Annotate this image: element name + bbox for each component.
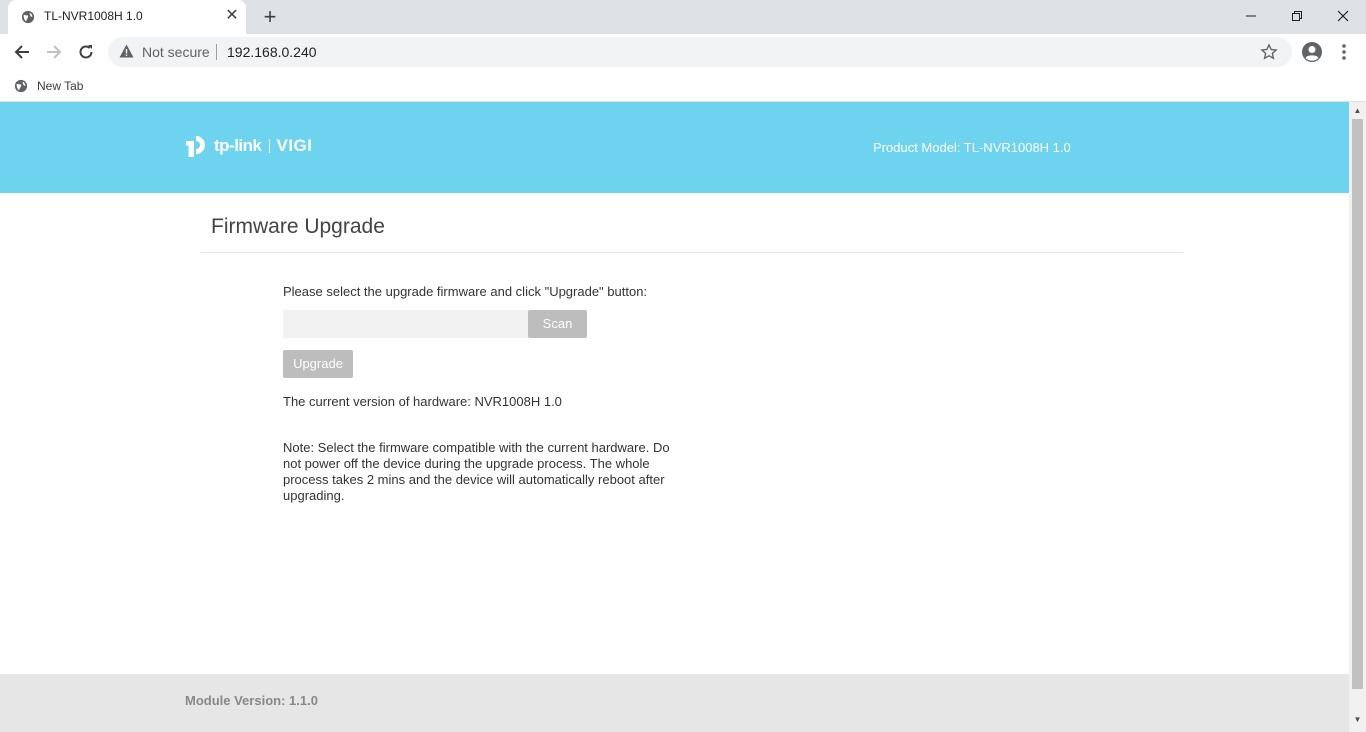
arrow-left-icon [14,45,29,59]
scroll-up-icon[interactable]: ▲ [1353,106,1362,115]
url-text[interactable]: 192.168.0.240 [227,44,317,60]
product-model: Product Model: TL-NVR1008H 1.0 [873,140,1071,155]
address-bar[interactable]: Not secure 192.168.0.240 [108,37,1292,67]
browser-toolbar: Not secure 192.168.0.240 [0,34,1366,70]
page-scrollbar[interactable]: ▲ ▼ [1349,102,1366,732]
upgrade-note: Note: Select the firmware compatible wit… [283,440,670,503]
arrow-right-icon [47,45,62,59]
menu-icon[interactable] [1335,41,1353,63]
title-divider [201,252,1183,253]
bookmarks-bar: New Tab [0,70,1366,102]
tp-link-logo-icon [186,136,205,157]
forward-button[interactable] [41,39,67,65]
upgrade-button[interactable]: Upgrade [283,350,353,378]
new-tab-button[interactable]: + [258,6,282,30]
warning-icon [119,44,134,58]
tp-link-vigi-logo: tp-link VIGI [184,132,313,160]
tab-strip: TL-NVR1008H 1.0 ✕ + [0,0,1366,34]
star-icon[interactable] [1260,43,1278,61]
reload-icon [79,45,93,59]
scan-button[interactable]: Scan [528,310,587,338]
globe-icon [14,79,28,93]
restore-icon [1292,11,1302,21]
tab-title: TL-NVR1008H 1.0 [44,9,143,23]
page-viewport: tp-link VIGI Product Model: TL-NVR1008H … [0,102,1349,732]
upgrade-instruction: Please select the upgrade firmware and c… [283,284,648,299]
scrollbar-thumb[interactable] [1352,119,1363,689]
minimize-icon [1246,15,1256,17]
omnibox-divider [216,44,217,60]
globe-icon [21,10,35,24]
back-button[interactable] [9,39,35,65]
profile-icon[interactable] [1301,41,1323,63]
page-title: Firmware Upgrade [211,215,385,238]
module-version: Module Version: 1.1.0 [185,693,318,708]
logo-divider [268,139,270,153]
browser-tab[interactable]: TL-NVR1008H 1.0 ✕ [8,0,246,34]
firmware-file-field[interactable] [283,310,528,338]
page-header: tp-link VIGI Product Model: TL-NVR1008H … [0,102,1349,193]
reload-button[interactable] [73,39,99,65]
security-label[interactable]: Not secure [142,44,210,60]
restore-button[interactable] [1274,0,1320,32]
logo-product-text: VIGI [276,136,313,155]
logo-brand-text: tp-link [214,136,262,155]
bookmark-new-tab[interactable]: New Tab [14,76,83,96]
minimize-button[interactable] [1228,0,1274,32]
hardware-version: The current version of hardware: NVR1008… [283,394,562,409]
scroll-down-icon[interactable]: ▼ [1353,715,1362,724]
bookmark-label: New Tab [37,79,84,93]
page-footer: Module Version: 1.1.0 [0,674,1349,732]
close-tab-icon[interactable]: ✕ [224,8,240,24]
close-window-button[interactable] [1320,0,1366,32]
close-icon [1337,10,1349,22]
